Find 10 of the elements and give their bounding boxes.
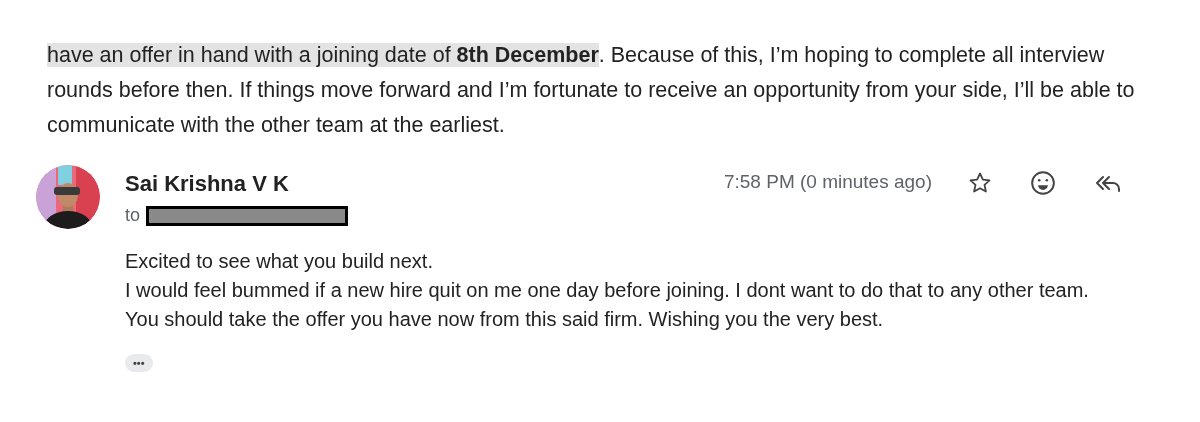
sender-name: Sai Krishna V K (125, 170, 289, 198)
star-icon[interactable] (968, 170, 992, 195)
quoted-paragraph: have an offer in hand with a joining date of 8th December. Because of this, I’m hoping to complete all interview rounds before then. If things move forward and I’m fortunate to receive an opportunity from your side, I’ll be able to communicate with the other team at the earliest. (47, 42, 1135, 139)
message-line: I would feel bummed if a new hire quit on me one day before joining. I dont want to do that to any other team. (125, 278, 1090, 303)
message-line: Excited to see what you build next. (125, 249, 434, 274)
timestamp: 7:58 PM (0 minutes ago) (723, 170, 932, 195)
message-line: You should take the offer you have now from this said firm. Wishing you the very best. (125, 307, 885, 332)
show-trimmed-button[interactable]: ••• (125, 354, 153, 372)
to-label: to (125, 204, 140, 227)
emoji-icon[interactable] (1030, 169, 1056, 196)
